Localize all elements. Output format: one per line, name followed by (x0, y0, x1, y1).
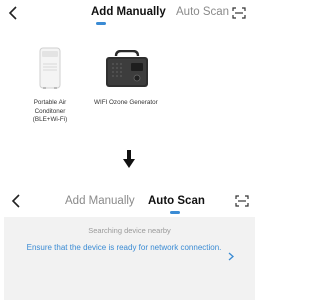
portable-air-conditioner-image (39, 47, 61, 89)
chevron-right-icon (228, 252, 234, 261)
ozone-generator-image (106, 50, 148, 87)
chevron-left-icon[interactable] (10, 194, 22, 208)
device-label-ozone-generator: WIFI Ozone Generator (94, 99, 158, 106)
chevron-left-icon[interactable] (7, 6, 19, 20)
tab-auto-scan[interactable]: Auto Scan (176, 6, 229, 18)
scan-icon[interactable] (232, 7, 246, 19)
scan-icon[interactable] (235, 195, 249, 207)
tab-add-manually[interactable]: Add Manually (91, 6, 166, 18)
active-tab-indicator (96, 22, 106, 25)
scan-panel: Searching device nearby Ensure that the … (4, 217, 255, 300)
active-tab-indicator (170, 211, 180, 214)
tab-add-manually[interactable]: Add Manually (65, 195, 135, 207)
network-ready-prompt[interactable]: Ensure that the device is ready for netw… (26, 242, 241, 272)
searching-status: Searching device nearby (88, 226, 171, 235)
tab-auto-scan[interactable]: Auto Scan (148, 195, 205, 207)
network-ready-message: Ensure that the device is ready for netw… (26, 243, 222, 252)
arrow-down-icon (123, 150, 135, 168)
device-label-portable-ac: Portable Air Conditoner (BLE+Wi-Fi) (32, 99, 68, 123)
